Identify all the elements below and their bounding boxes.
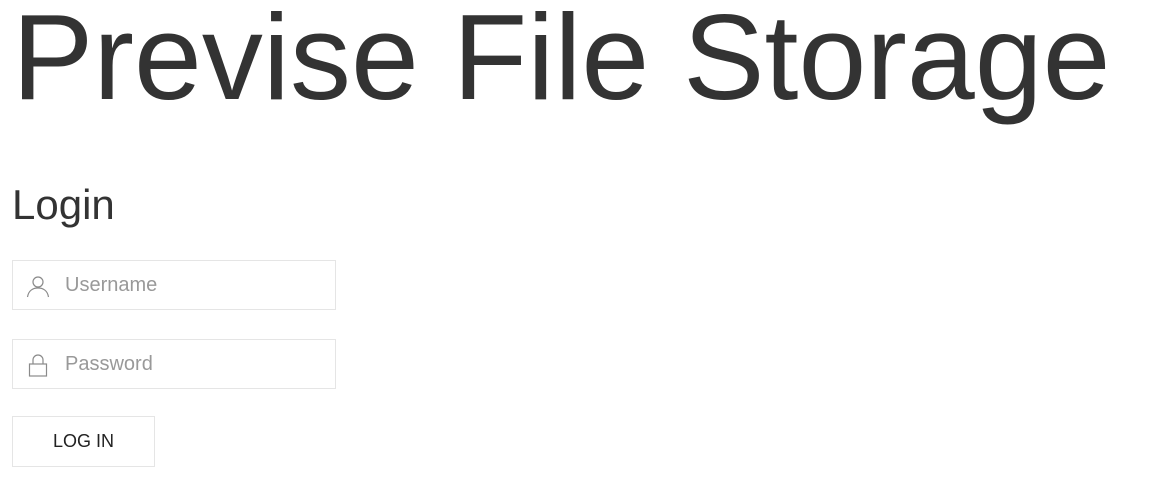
password-input[interactable] (65, 340, 333, 388)
login-heading: Login (12, 181, 115, 228)
username-input[interactable] (65, 261, 333, 309)
user-icon (26, 276, 50, 298)
login-button[interactable]: LOG IN (12, 416, 155, 467)
password-field[interactable] (12, 339, 336, 389)
login-page: Previse File Storage Login LOG IN (0, 0, 1160, 477)
username-field[interactable] (12, 260, 336, 310)
site-title: Previse File Storage (12, 0, 1111, 125)
lock-icon (28, 354, 48, 377)
